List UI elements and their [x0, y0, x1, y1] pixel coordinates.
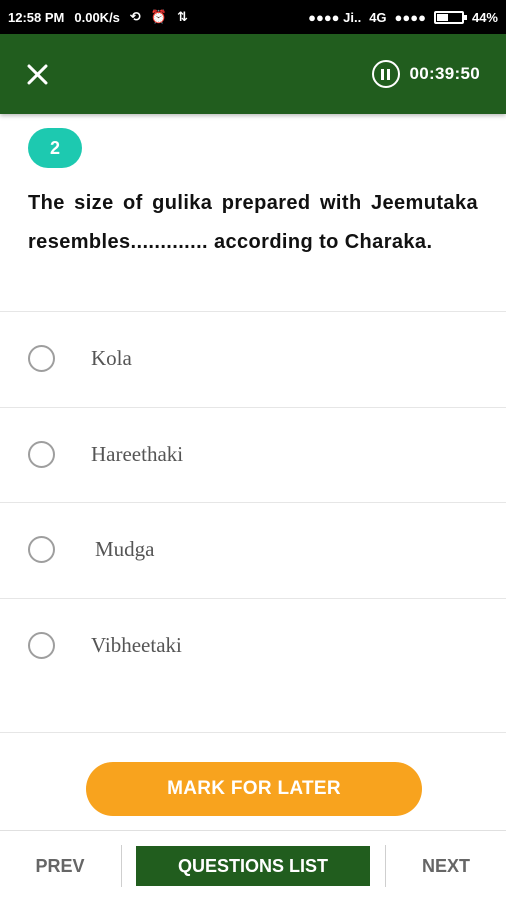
signal-strength-1: ●●●● Ji.. — [308, 9, 362, 25]
status-time: 12:58 PM — [8, 9, 65, 25]
timer[interactable]: 00:39:50 — [371, 60, 480, 88]
status-right: ●●●● Ji.. 4G ●●●● 44% — [308, 10, 498, 25]
radio-icon[interactable] — [28, 441, 55, 468]
next-button[interactable]: NEXT — [386, 831, 506, 900]
nav-separator — [121, 845, 122, 887]
option-label: Vibheetaki — [91, 633, 182, 657]
question-number-badge: 2 — [28, 128, 82, 168]
radio-icon[interactable] — [28, 345, 55, 372]
timer-text: 00:39:50 — [409, 64, 480, 83]
option-label: Hareethaki — [91, 442, 184, 466]
prev-button[interactable]: PREV — [0, 831, 120, 900]
pause-circle-icon[interactable] — [371, 60, 400, 88]
option-label: Kola — [91, 346, 132, 370]
close-icon[interactable] — [26, 62, 50, 86]
battery-icon — [433, 10, 467, 24]
radio-icon[interactable] — [28, 536, 55, 563]
option-3[interactable]: Mudga — [0, 502, 506, 597]
option-2[interactable]: Hareethaki — [0, 407, 506, 502]
alarm-icon: ⏰ — [150, 9, 168, 24]
status-speed: 0.00K/s — [74, 9, 120, 25]
option-1[interactable]: Kola — [0, 311, 506, 406]
radio-icon[interactable] — [28, 632, 55, 659]
mark-for-later-button[interactable]: MARK FOR LATER — [86, 762, 422, 816]
status-left: 12:58 PM 0.00K/s ⟲ ⏰ ⇅ — [8, 9, 188, 25]
questions-list-button[interactable]: QUESTIONS LIST — [136, 846, 370, 886]
option-4[interactable]: Vibheetaki — [0, 598, 506, 693]
divider — [0, 732, 506, 733]
signal-strength-2: ●●●● — [394, 9, 426, 25]
network-type: 4G — [369, 9, 387, 25]
bottom-nav: PREV QUESTIONS LIST NEXT — [0, 830, 506, 900]
question-text: The size of gulika prepared with Jeemuta… — [28, 192, 478, 253]
sync-icon: ⟲ — [129, 9, 141, 24]
battery-percent: 44% — [471, 9, 498, 25]
data-arrows-icon: ⇅ — [177, 9, 188, 24]
app-bar: 00:39:50 — [0, 34, 506, 114]
option-label: Mudga — [95, 537, 155, 561]
status-bar: 12:58 PM 0.00K/s ⟲ ⏰ ⇅ ●●●● Ji.. 4G ●●●●… — [0, 0, 506, 34]
